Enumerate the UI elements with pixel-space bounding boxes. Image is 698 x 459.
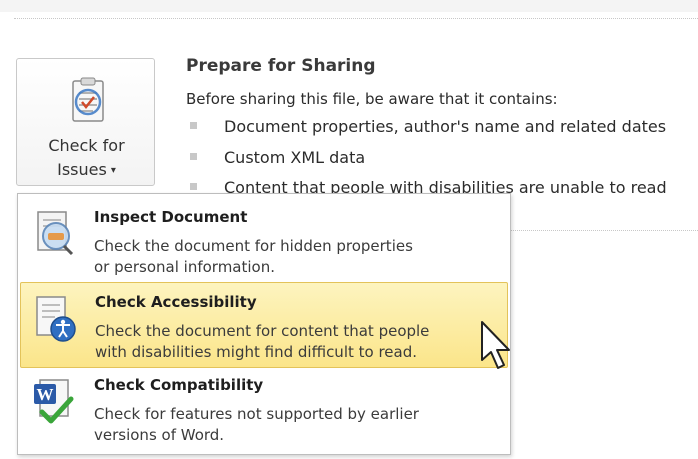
check-for-issues-label-line2: Issues ▾ xyxy=(17,160,156,179)
description-line: Check the document for hidden properties xyxy=(94,237,413,255)
checklist-icon xyxy=(72,77,104,122)
list-item: Custom XML data xyxy=(190,148,365,167)
menu-item-inspect-document[interactable]: Inspect Document Check the document for … xyxy=(20,198,508,284)
bullet-text: Document properties, author's name and r… xyxy=(224,117,667,136)
word-compatibility-icon: W xyxy=(34,379,74,424)
chevron-down-icon: ▾ xyxy=(110,165,116,176)
inspect-document-icon xyxy=(37,211,74,256)
check-for-issues-button[interactable]: Check for Issues ▾ xyxy=(16,58,155,186)
divider-bottom xyxy=(500,230,698,231)
section-subtitle: Before sharing this file, be aware that … xyxy=(186,90,558,108)
menu-item-title: Check Accessibility xyxy=(95,293,257,311)
description-line: versions of Word. xyxy=(94,426,225,444)
accessibility-icon xyxy=(36,296,76,342)
bullet-text: Custom XML data xyxy=(224,148,366,167)
menu-item-check-compatibility[interactable]: W Check Compatibility Check for features… xyxy=(20,366,508,452)
mouse-pointer-icon xyxy=(481,321,510,369)
divider-top xyxy=(14,18,698,19)
menu-item-check-accessibility[interactable]: Check Accessibility Check the document f… xyxy=(20,282,508,368)
top-band xyxy=(0,0,698,12)
menu-item-description: Check the document for content that peop… xyxy=(95,321,429,363)
list-item: Document properties, author's name and r… xyxy=(190,117,666,136)
description-line: Check for features not supported by earl… xyxy=(94,405,419,423)
check-for-issues-menu: Inspect Document Check the document for … xyxy=(17,193,511,455)
menu-item-title: Inspect Document xyxy=(94,208,248,226)
menu-item-title: Check Compatibility xyxy=(94,376,264,394)
check-for-issues-label-line1: Check for xyxy=(48,136,125,155)
bullet-icon xyxy=(190,122,197,129)
bullet-icon xyxy=(190,183,197,190)
menu-item-description: Check for features not supported by earl… xyxy=(94,404,419,446)
svg-text:W: W xyxy=(37,385,54,404)
description-line: or personal information. xyxy=(94,258,275,276)
menu-item-description: Check the document for hidden properties… xyxy=(94,236,413,278)
description-line: with disabilities might find difficult t… xyxy=(95,343,418,361)
description-line: Check the document for content that peop… xyxy=(95,322,430,340)
section-title: Prepare for Sharing xyxy=(186,56,376,76)
bullet-icon xyxy=(190,153,197,160)
check-for-issues-label-text: Issues xyxy=(57,160,107,179)
